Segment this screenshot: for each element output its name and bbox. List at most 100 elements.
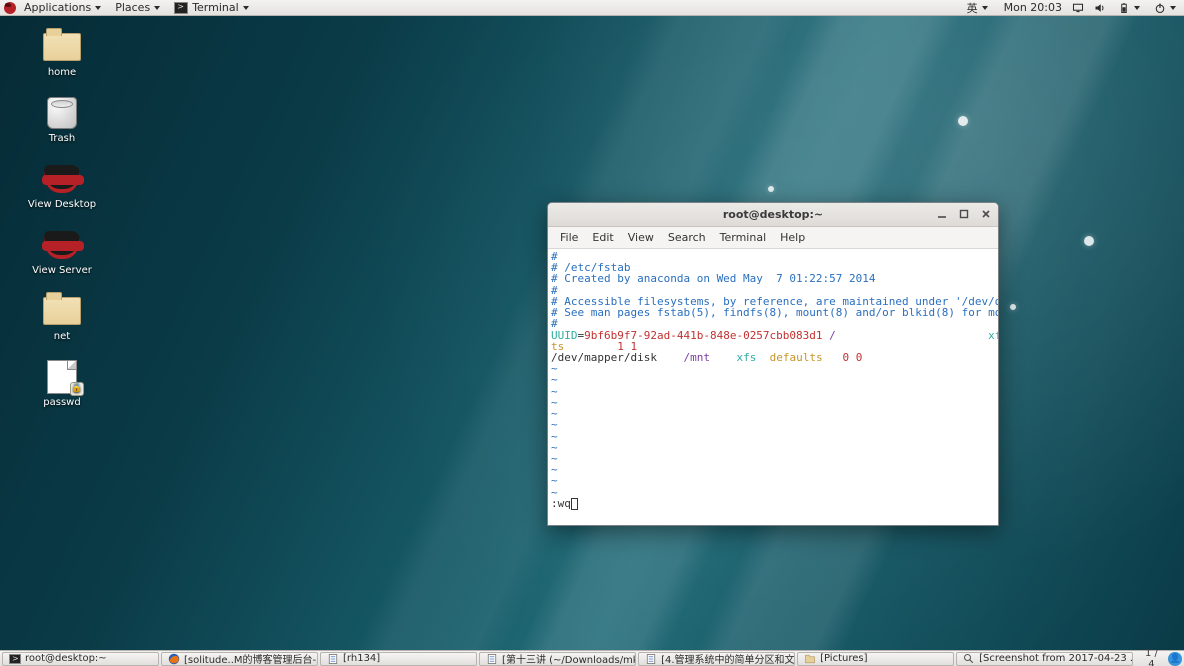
fstab-line2-dumppass: 0 0 bbox=[842, 351, 862, 364]
menu-label: Edit bbox=[592, 231, 613, 244]
trash-icon bbox=[47, 97, 77, 129]
menu-edit[interactable]: Edit bbox=[586, 229, 619, 246]
close-button[interactable] bbox=[978, 206, 994, 222]
terminal-window[interactable]: root@desktop:~ File Edit View Search Ter… bbox=[547, 202, 999, 526]
desktop-icon-label: home bbox=[48, 67, 76, 78]
workspace-indicator[interactable]: 1 / 4 bbox=[1137, 648, 1167, 666]
text-cursor-icon bbox=[571, 498, 578, 510]
chevron-down-icon bbox=[154, 6, 160, 10]
fstab-line2-fs: xfs bbox=[736, 351, 756, 364]
task-label: [solitude..M的博客管理后台-51... bbox=[184, 652, 318, 666]
terminal-icon bbox=[9, 654, 21, 664]
clock[interactable]: Mon 20:03 bbox=[1004, 1, 1062, 14]
document-icon bbox=[327, 653, 339, 665]
minimize-icon bbox=[937, 209, 947, 219]
menu-terminal[interactable]: Terminal bbox=[714, 229, 773, 246]
top-panel: Applications Places Terminal 英 Mon 20:03 bbox=[0, 0, 1184, 16]
menu-applications[interactable]: Applications bbox=[18, 0, 107, 16]
task-doc-partition[interactable]: [4.管理系统中的简单分区和文件... bbox=[638, 652, 795, 666]
fstab-uuid-mount: / bbox=[823, 329, 836, 342]
input-method-label: 英 bbox=[967, 0, 978, 16]
desktop[interactable]: home Trash View Desktop View Server net … bbox=[0, 16, 1184, 650]
fstab-comment: # See man pages fstab(5), findfs(8), mou… bbox=[551, 306, 998, 319]
volume-icon[interactable] bbox=[1094, 2, 1106, 14]
wallpaper-dot-icon bbox=[1010, 304, 1016, 310]
menu-label: Search bbox=[668, 231, 706, 244]
document-icon bbox=[486, 653, 498, 665]
document-icon bbox=[645, 653, 657, 665]
task-doc-lecture13[interactable]: [第十三讲 (~/Downloads/mk/doc/... bbox=[479, 652, 636, 666]
workspace-label: 1 / 4 bbox=[1145, 648, 1158, 666]
menu-search[interactable]: Search bbox=[662, 229, 712, 246]
folder-icon bbox=[43, 297, 81, 325]
task-label: root@desktop:~ bbox=[25, 653, 107, 664]
battery-indicator[interactable] bbox=[1116, 0, 1142, 16]
desktop-icon-label: View Desktop bbox=[28, 199, 96, 210]
fstab-line2-dev: /dev/mapper/disk bbox=[551, 351, 657, 364]
wallpaper-dot-icon bbox=[768, 186, 774, 192]
menu-places[interactable]: Places bbox=[109, 0, 166, 16]
task-label: [4.管理系统中的简单分区和文件... bbox=[661, 652, 795, 666]
vim-command-line: :wq bbox=[551, 497, 571, 510]
task-doc-rh134[interactable]: [rh134] bbox=[320, 652, 477, 666]
menu-label: View bbox=[628, 231, 654, 244]
image-viewer-icon bbox=[963, 653, 975, 665]
desktop-icon-view-desktop[interactable]: View Desktop bbox=[22, 162, 102, 210]
desktop-icon-label: Trash bbox=[49, 133, 75, 144]
maximize-button[interactable] bbox=[956, 206, 972, 222]
folder-icon bbox=[804, 653, 816, 665]
menu-label: Terminal bbox=[720, 231, 767, 244]
desktop-icon-trash[interactable]: Trash bbox=[22, 96, 102, 144]
menu-label: Help bbox=[780, 231, 805, 244]
menu-help[interactable]: Help bbox=[774, 229, 811, 246]
input-method-indicator[interactable]: 英 bbox=[961, 0, 994, 16]
lock-icon: 🔒 bbox=[70, 382, 84, 396]
close-icon bbox=[981, 209, 991, 219]
task-terminal[interactable]: root@desktop:~ bbox=[2, 652, 159, 666]
desktop-icon-label: net bbox=[54, 331, 70, 342]
top-panel-left: Applications Places Terminal bbox=[4, 0, 255, 16]
menu-terminal[interactable]: Terminal bbox=[168, 0, 255, 16]
user-switch-icon[interactable]: 👤 bbox=[1168, 652, 1182, 666]
task-pictures[interactable]: [Pictures] bbox=[797, 652, 954, 666]
fstab-line2-opts: defaults bbox=[770, 351, 823, 364]
desktop-icons: home Trash View Desktop View Server net … bbox=[22, 30, 102, 408]
taskbar: root@desktop:~ [solitude..M的博客管理后台-51...… bbox=[0, 650, 1184, 666]
display-icon[interactable] bbox=[1072, 2, 1084, 14]
wallpaper-dot-icon bbox=[1084, 236, 1094, 246]
task-label: [rh134] bbox=[343, 653, 380, 664]
power-menu[interactable] bbox=[1152, 0, 1178, 16]
minimize-button[interactable] bbox=[934, 206, 950, 222]
menu-file[interactable]: File bbox=[554, 229, 584, 246]
task-firefox[interactable]: [solitude..M的博客管理后台-51... bbox=[161, 652, 318, 666]
task-label: [第十三讲 (~/Downloads/mk/doc/... bbox=[502, 652, 636, 666]
desktop-icon-home[interactable]: home bbox=[22, 30, 102, 78]
power-icon bbox=[1154, 2, 1166, 14]
terminal-menubar: File Edit View Search Terminal Help bbox=[548, 227, 998, 249]
chevron-down-icon bbox=[243, 6, 249, 10]
maximize-icon bbox=[959, 209, 969, 219]
menu-applications-label: Applications bbox=[24, 1, 91, 14]
folder-icon bbox=[43, 33, 81, 61]
task-label: [Pictures] bbox=[820, 653, 867, 664]
desktop-icon-label: View Server bbox=[32, 265, 92, 276]
battery-icon bbox=[1118, 2, 1130, 14]
fstab-line2-mount: /mnt bbox=[683, 351, 710, 364]
firefox-icon bbox=[168, 653, 180, 665]
chevron-down-icon bbox=[1170, 6, 1176, 10]
task-screenshot[interactable]: [Screenshot from 2017-04-23 ... bbox=[956, 652, 1133, 666]
desktop-icon-view-server[interactable]: View Server bbox=[22, 228, 102, 276]
chevron-down-icon bbox=[1134, 6, 1140, 10]
desktop-icon-label: passwd bbox=[43, 397, 80, 408]
desktop-icon-net[interactable]: net bbox=[22, 294, 102, 342]
chevron-down-icon bbox=[982, 6, 988, 10]
chevron-down-icon bbox=[95, 6, 101, 10]
terminal-body[interactable]: # # /etc/fstab # Created by anaconda on … bbox=[548, 249, 998, 525]
top-panel-right: 英 Mon 20:03 bbox=[961, 0, 1180, 16]
redhat-icon bbox=[44, 165, 80, 193]
redhat-icon bbox=[44, 231, 80, 259]
menu-terminal-label: Terminal bbox=[192, 1, 239, 14]
menu-view[interactable]: View bbox=[622, 229, 660, 246]
terminal-titlebar[interactable]: root@desktop:~ bbox=[548, 203, 998, 227]
desktop-icon-passwd[interactable]: 🔒 passwd bbox=[22, 360, 102, 408]
